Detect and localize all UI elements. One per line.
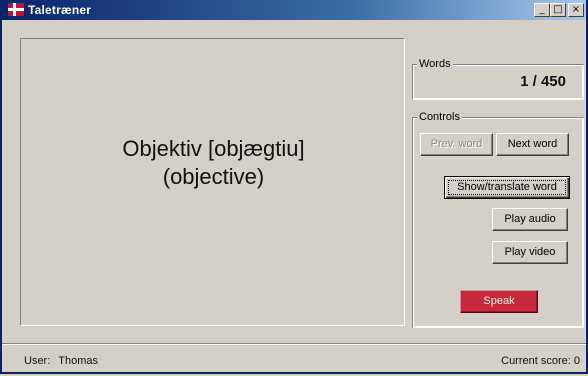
play-video-button[interactable]: Play video — [492, 241, 568, 264]
show-translate-button[interactable]: Show/translate word — [444, 176, 570, 199]
close-button[interactable]: × — [568, 3, 584, 17]
maximize-button[interactable]: □ — [550, 3, 566, 17]
current-word: Objektiv [objægtiu] — [122, 136, 305, 161]
play-audio-button[interactable]: Play audio — [492, 208, 568, 231]
window-title: Taletræner — [28, 3, 92, 17]
word-display-panel: Objektiv [objægtiu] (objective) — [20, 38, 405, 326]
title-bar[interactable]: Taletræner _ □ × — [2, 0, 586, 20]
prev-word-button[interactable]: Prev. word — [420, 133, 493, 156]
word-counter: 1 / 450 — [520, 73, 566, 90]
minimize-button[interactable]: _ — [534, 3, 550, 17]
words-group-label: Words — [417, 58, 453, 70]
controls-group-label: Controls — [417, 111, 462, 123]
next-word-button[interactable]: Next word — [496, 133, 569, 156]
user-name: Thomas — [58, 355, 99, 367]
danish-flag-icon — [8, 3, 24, 16]
speak-button[interactable]: Speak — [460, 290, 538, 313]
status-bar-divider — [2, 343, 586, 345]
current-score: Current score: 0 — [501, 355, 580, 367]
app-window: Taletræner _ □ × Objektiv [objægtiu] (ob… — [0, 0, 588, 374]
user-label: User: — [24, 355, 51, 367]
word-translation: (objective) — [162, 164, 265, 189]
status-user: User: Thomas — [24, 355, 98, 367]
